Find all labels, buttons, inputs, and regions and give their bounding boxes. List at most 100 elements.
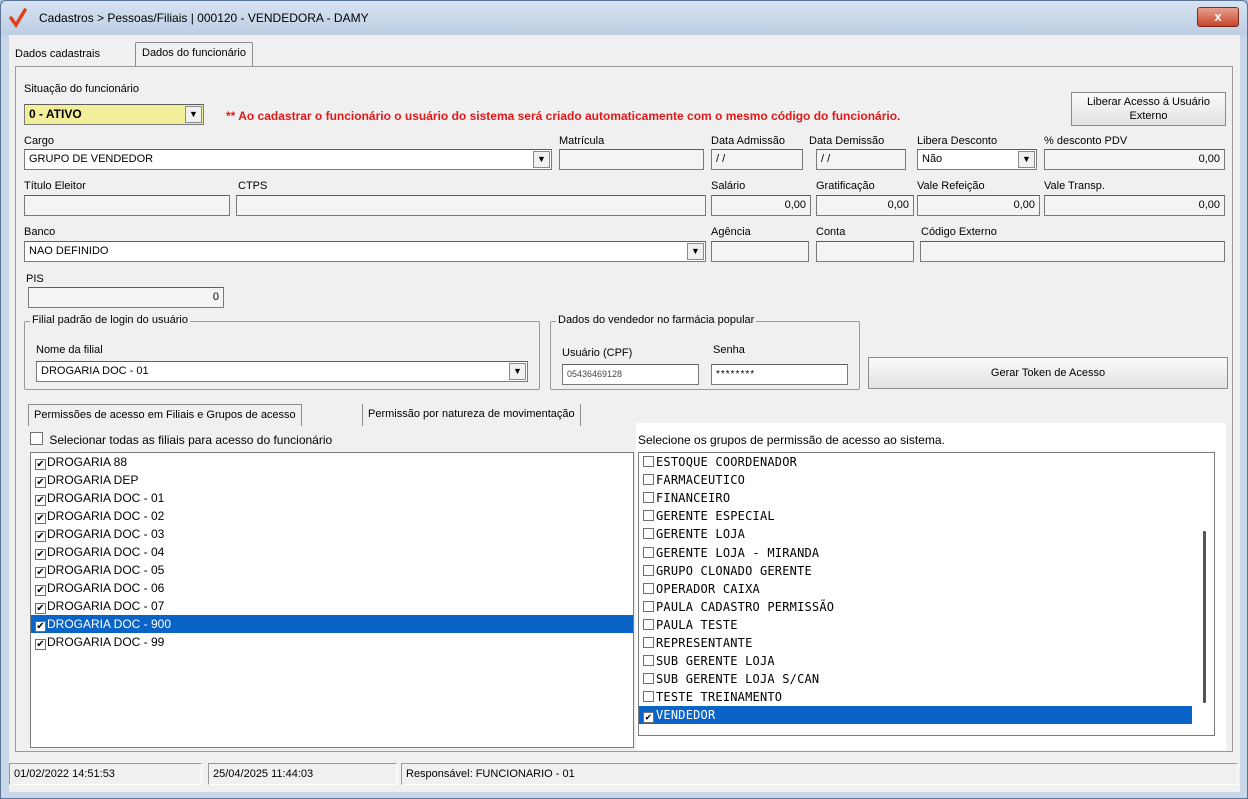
data-demissao-field[interactable]: / / bbox=[816, 149, 906, 170]
gratificacao-field[interactable]: 0,00 bbox=[816, 195, 914, 216]
filiais-list[interactable]: DROGARIA 88 DROGARIA DEP DROGARIA DOC - 01… bbox=[30, 452, 634, 748]
checkbox-icon[interactable] bbox=[643, 637, 654, 648]
checkbox-checked-icon[interactable] bbox=[35, 477, 46, 488]
close-button[interactable]: x bbox=[1197, 7, 1239, 27]
window-client: Dados cadastrais Dados do funcionário Si… bbox=[9, 35, 1240, 792]
list-item[interactable]: DROGARIA DOC - 07 bbox=[31, 597, 633, 615]
chevron-down-icon[interactable]: ▼ bbox=[1018, 151, 1035, 168]
codigo-externo-field[interactable] bbox=[920, 241, 1225, 262]
list-item[interactable]: REPRESENTANTE bbox=[639, 634, 1192, 652]
titulo-eleitor-field[interactable] bbox=[24, 195, 230, 216]
list-item[interactable]: DROGARIA 88 bbox=[31, 453, 633, 471]
checkbox-icon[interactable] bbox=[643, 582, 654, 594]
cargo-combo[interactable]: GRUPO DE VENDEDOR ▼ bbox=[24, 149, 552, 170]
checkbox-icon[interactable] bbox=[643, 546, 654, 558]
pis-field[interactable]: 0 bbox=[28, 287, 224, 308]
chevron-down-icon[interactable]: ▼ bbox=[185, 106, 202, 123]
checkbox-icon[interactable] bbox=[643, 618, 654, 630]
matricula-field[interactable] bbox=[559, 149, 704, 170]
checkbox-icon[interactable] bbox=[643, 456, 654, 467]
tab-dados-cadastrais[interactable]: Dados cadastrais bbox=[9, 44, 106, 66]
checkbox-icon[interactable] bbox=[643, 673, 654, 685]
chevron-down-icon[interactable]: ▼ bbox=[533, 151, 550, 168]
title-bar[interactable]: Cadastros > Pessoas/Filiais | 000120 - V… bbox=[1, 1, 1247, 35]
checkbox-checked-icon[interactable] bbox=[35, 621, 46, 632]
agencia-field[interactable] bbox=[711, 241, 809, 262]
checkbox-icon[interactable] bbox=[643, 691, 654, 703]
checkbox-checked-icon[interactable] bbox=[35, 549, 46, 560]
list-item[interactable]: FARMACEUTICO bbox=[639, 471, 1192, 489]
list-item-label: FINANCEIRO bbox=[656, 491, 731, 506]
situacao-value: 0 - ATIVO bbox=[29, 107, 82, 121]
checkbox-checked-icon[interactable] bbox=[35, 459, 46, 470]
list-item[interactable]: DROGARIA DOC - 02 bbox=[31, 507, 633, 525]
list-item[interactable]: ESTOQUE COORDENADOR bbox=[639, 453, 1192, 471]
senha-field[interactable]: ******** bbox=[711, 364, 848, 385]
desconto-pdv-field[interactable]: 0,00 bbox=[1044, 149, 1225, 170]
checkbox-checked-icon[interactable] bbox=[35, 639, 46, 650]
list-item[interactable]: SUB GERENTE LOJA bbox=[639, 652, 1192, 670]
nome-filial-label: Nome da filial bbox=[36, 344, 103, 356]
checkbox-checked-icon[interactable] bbox=[35, 513, 46, 524]
list-item-label: VENDEDOR bbox=[656, 708, 716, 723]
list-item[interactable]: GERENTE ESPECIAL bbox=[639, 507, 1192, 525]
list-item[interactable]: DROGARIA DOC - 04 bbox=[31, 543, 633, 561]
list-item[interactable]: DROGARIA DOC - 900 bbox=[31, 615, 633, 633]
chevron-down-icon[interactable]: ▼ bbox=[509, 363, 526, 380]
list-item-label: DROGARIA DOC - 03 bbox=[47, 527, 165, 541]
grupos-list[interactable]: VENDEDOR TESTE TREINAMENTO SUB GERENTE LOJ… bbox=[638, 452, 1215, 736]
list-item[interactable]: DROGARIA DOC - 99 bbox=[31, 633, 633, 651]
tab-dados-funcionario[interactable]: Dados do funcionário bbox=[135, 42, 253, 66]
checkbox-icon[interactable] bbox=[643, 655, 654, 667]
scrollbar-thumb[interactable] bbox=[1203, 531, 1206, 703]
list-item[interactable]: GERENTE LOJA bbox=[639, 525, 1192, 543]
situacao-combo[interactable]: 0 - ATIVO ▼ bbox=[24, 104, 204, 125]
list-item[interactable]: GERENTE LOJA - MIRANDA bbox=[639, 544, 1192, 562]
conta-field[interactable] bbox=[816, 241, 914, 262]
list-item[interactable]: DROGARIA DOC - 03 bbox=[31, 525, 633, 543]
list-item[interactable]: GRUPO CLONADO GERENTE bbox=[639, 562, 1192, 580]
list-item[interactable]: OPERADOR CAIXA bbox=[639, 580, 1192, 598]
salario-field[interactable]: 0,00 bbox=[711, 195, 811, 216]
checkbox-checked-icon[interactable] bbox=[35, 567, 46, 578]
checkbox-checked-icon[interactable] bbox=[35, 531, 46, 542]
checkbox-icon[interactable] bbox=[643, 528, 654, 540]
checkbox-checked-icon[interactable] bbox=[643, 712, 654, 724]
select-all-filiais[interactable]: Selecionar todas as filiais para acesso … bbox=[30, 432, 332, 447]
ctps-field[interactable] bbox=[236, 195, 706, 216]
list-item[interactable]: VENDEDOR bbox=[639, 706, 1192, 725]
vale-transp-field[interactable]: 0,00 bbox=[1044, 195, 1225, 216]
chevron-down-icon[interactable]: ▼ bbox=[687, 243, 704, 260]
list-item[interactable]: DROGARIA DOC - 01 bbox=[31, 489, 633, 507]
grupos-scrollbar[interactable] bbox=[1196, 453, 1214, 735]
list-item[interactable]: DROGARIA DEP bbox=[31, 471, 633, 489]
vale-transp-label: Vale Transp. bbox=[1044, 180, 1105, 192]
checkbox-checked-icon[interactable] bbox=[35, 495, 46, 506]
checkbox-icon[interactable] bbox=[643, 600, 654, 612]
list-item[interactable]: TESTE TREINAMENTO bbox=[639, 688, 1192, 706]
usuario-cpf-field[interactable]: 05436469128 bbox=[562, 364, 699, 385]
checkbox-icon[interactable] bbox=[643, 510, 654, 522]
banco-combo[interactable]: NAO DEFINIDO ▼ bbox=[24, 241, 706, 262]
checkbox-icon[interactable] bbox=[30, 432, 43, 445]
checkbox-icon[interactable] bbox=[643, 492, 654, 504]
vale-refeicao-field[interactable]: 0,00 bbox=[917, 195, 1040, 216]
tab-permissoes-filiais[interactable]: Permissões de acesso em Filiais e Grupos… bbox=[28, 404, 302, 426]
list-item[interactable]: SUB GERENTE LOJA S/CAN bbox=[639, 670, 1192, 688]
checkbox-checked-icon[interactable] bbox=[35, 585, 46, 596]
banco-label: Banco bbox=[24, 226, 56, 238]
nome-filial-combo[interactable]: DROGARIA DOC - 01 ▼ bbox=[36, 361, 528, 382]
list-item[interactable]: DROGARIA DOC - 06 bbox=[31, 579, 633, 597]
list-item[interactable]: PAULA TESTE bbox=[639, 616, 1192, 634]
checkbox-checked-icon[interactable] bbox=[35, 603, 46, 614]
list-item[interactable]: FINANCEIRO bbox=[639, 489, 1192, 507]
checkbox-icon[interactable] bbox=[643, 474, 654, 486]
list-item[interactable]: DROGARIA DOC - 05 bbox=[31, 561, 633, 579]
liberar-acesso-button[interactable]: Liberar Acesso á Usuário Externo bbox=[1071, 92, 1226, 126]
gerar-token-button[interactable]: Gerar Token de Acesso bbox=[868, 357, 1228, 389]
checkbox-icon[interactable] bbox=[643, 564, 654, 576]
list-item[interactable]: PAULA CADASTRO PERMISSÃO bbox=[639, 598, 1192, 616]
libera-desconto-combo[interactable]: Não ▼ bbox=[917, 149, 1037, 170]
tab-permissao-natureza[interactable]: Permissão por natureza de movimentação bbox=[362, 404, 581, 426]
data-admissao-field[interactable]: / / bbox=[711, 149, 803, 170]
